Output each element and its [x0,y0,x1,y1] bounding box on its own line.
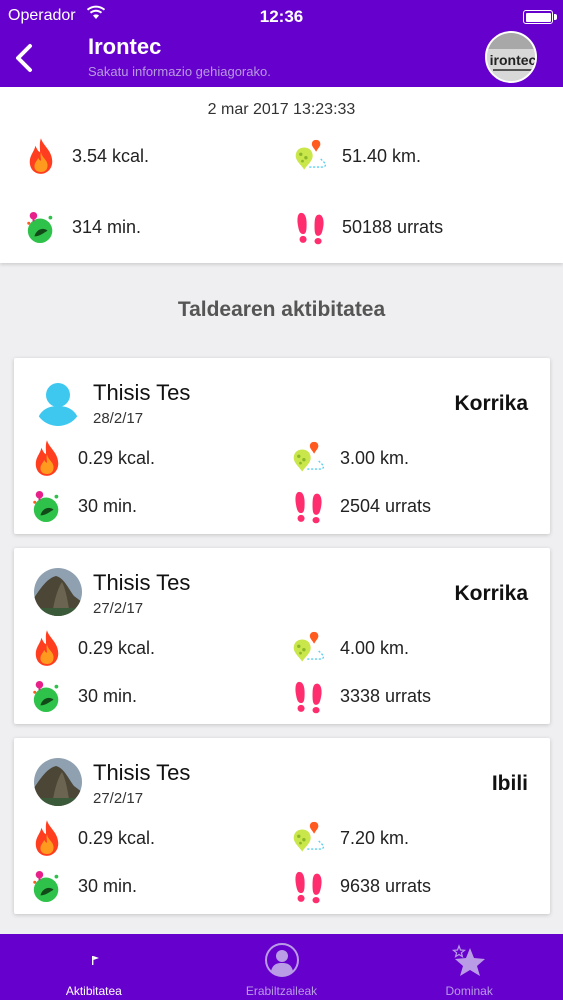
time-value: 30 min. [78,685,138,706]
group-avatar[interactable]: irontec [485,31,537,83]
flag-icon [84,942,104,975]
activity-user-name: Thisis Tes [93,760,191,785]
calories-value: 0.29 kcal. [78,447,156,468]
activity-date: 27/2/17 [93,790,144,807]
clock-icon [24,207,58,247]
tab-bar: Aktibitatea Erabiltzaileak Dominak [0,934,563,1000]
activity-card[interactable]: Thisis Tes 27/2/17 Korrika 0.29 kcal. 4.… [14,548,550,724]
chat-subtitle[interactable]: Sakatu informazio gehiagorako. [88,64,271,79]
summary-steps: 50188 urrats [294,207,443,247]
calories-value: 0.29 kcal. [78,827,156,848]
activity-calories: 0.29 kcal. [30,818,155,858]
activity-distance: 4.00 km. [292,628,409,668]
flame-icon [30,628,64,668]
user-avatar-photo [34,568,82,616]
app-header: Operador 12:36 Irontec Sakatu informazio… [0,0,563,87]
activity-steps: 2504 urrats [292,486,431,526]
battery-icon [523,10,557,24]
map-pin-icon [292,818,326,858]
activity-time: 30 min. [30,486,137,526]
activity-time: 30 min. [30,866,137,906]
tab-dominak[interactable]: Dominak [375,934,563,1000]
footsteps-icon [292,676,326,716]
summary-distance: 51.40 km. [294,136,421,176]
chevron-left-icon [16,44,32,72]
steps-value: 9638 urrats [340,875,432,896]
time-value: 314 min. [72,216,142,237]
distance-value: 4.00 km. [340,637,410,658]
distance-value: 3.00 km. [340,447,410,468]
activity-distance: 3.00 km. [292,438,409,478]
user-icon [264,942,300,981]
logo-text: irontec [490,52,537,68]
section-title: Taldearen aktibitatea [177,298,386,321]
calories-value: 0.29 kcal. [78,637,156,658]
distance-value: 7.20 km. [340,827,410,848]
activity-calories: 0.29 kcal. [30,628,155,668]
summary-calories: 3.54 kcal. [24,136,149,176]
activity-date: 27/2/17 [93,600,144,617]
activity-user-name: Thisis Tes [93,570,191,595]
map-pin-icon [292,438,326,478]
activity-steps: 3338 urrats [292,676,431,716]
back-button[interactable] [10,40,42,76]
star-icon [450,942,488,981]
steps-value: 2504 urrats [340,495,432,516]
steps-value: 3338 urrats [340,685,432,706]
footsteps-icon [292,486,326,526]
activity-type: Korrika [454,582,528,605]
distance-value: 51.40 km. [342,145,422,166]
clock-icon [30,866,64,906]
calories-value: 3.54 kcal. [72,145,150,166]
time-value: 30 min. [78,495,138,516]
footsteps-icon [294,207,328,247]
activity-calories: 0.29 kcal. [30,438,155,478]
tab-label: Erabiltzaileak [245,984,318,998]
activity-card[interactable]: Thisis Tes 27/2/17 Ibili 0.29 kcal. 7.20… [14,738,550,914]
tab-aktibitatea[interactable]: Aktibitatea [0,934,188,1000]
user-avatar-photo [34,758,82,806]
status-time: 12:36 [259,7,304,26]
tab-label: Dominak [445,984,493,998]
status-bar: Operador 12:36 [0,4,563,26]
activity-type: Korrika [454,392,528,415]
footsteps-icon [292,866,326,906]
flame-icon [30,818,64,858]
clock-icon [30,486,64,526]
tab-erabiltzaileak[interactable]: Erabiltzaileak [188,934,376,1000]
tab-label: Aktibitatea [65,984,122,998]
flame-icon [24,136,58,176]
activity-user-name: Thisis Tes [93,380,191,405]
clock-icon [30,676,64,716]
summary-date: 2 mar 2017 13:23:33 [207,101,356,118]
chat-title[interactable]: Irontec [88,34,161,60]
flame-icon [30,438,64,478]
activity-steps: 9638 urrats [292,866,431,906]
steps-value: 50188 urrats [342,216,444,237]
summary-card: 2 mar 2017 13:23:33 3.54 kcal. 51.40 km.… [0,87,563,263]
activity-time: 30 min. [30,676,137,716]
summary-time: 314 min. [24,207,141,247]
map-pin-icon [292,628,326,668]
map-pin-icon [294,136,328,176]
activity-type: Ibili [491,772,528,795]
user-avatar-placeholder [34,378,82,426]
time-value: 30 min. [78,875,138,896]
activity-distance: 7.20 km. [292,818,409,858]
activity-date: 28/2/17 [93,410,144,427]
activity-card[interactable]: Thisis Tes 28/2/17 Korrika 0.29 kcal. 3.… [14,358,550,534]
